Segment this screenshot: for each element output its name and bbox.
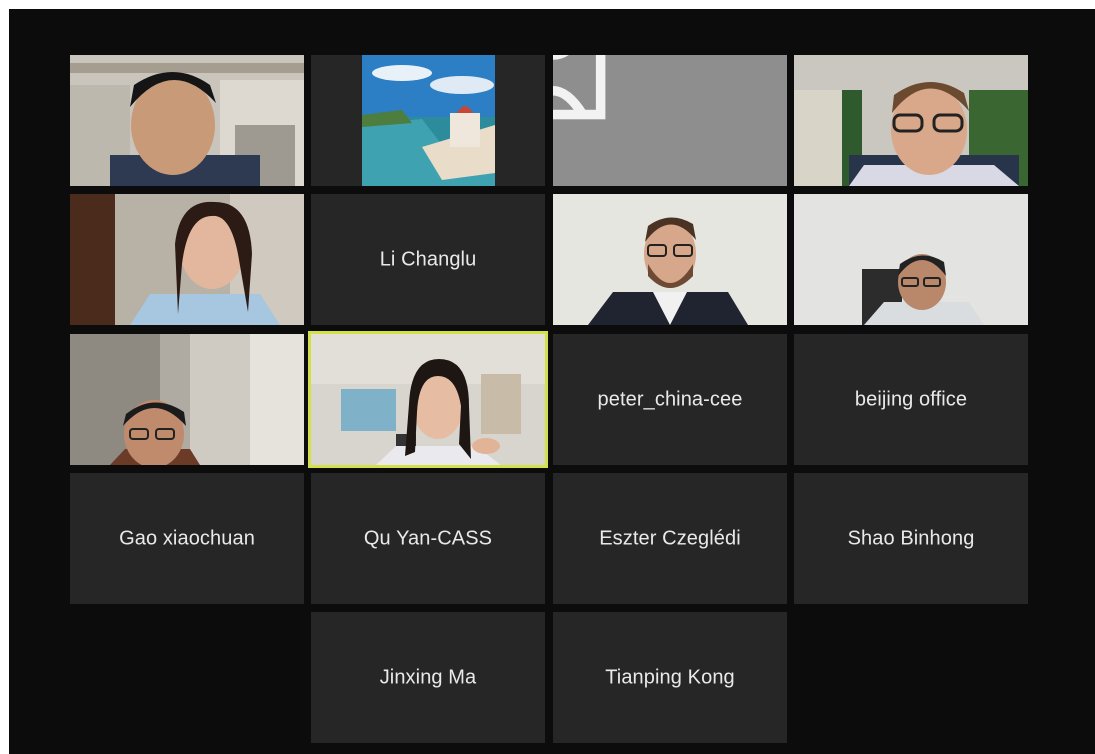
participant-name: Eszter Czeglédi [599, 527, 741, 549]
video-tile-participant-10-active-speaker[interactable] [308, 331, 548, 468]
participant-video-feed [70, 194, 304, 325]
participant-name: Shao Binhong [847, 527, 975, 549]
name-tile-participant-14[interactable]: Qu Yan-CASS [311, 473, 545, 604]
participant-name: peter_china-cee [597, 388, 743, 410]
avatar-tile-participant-3[interactable] [553, 55, 787, 186]
video-tile-participant-5[interactable] [70, 194, 304, 325]
name-tile-participant-12[interactable]: beijing office [794, 334, 1028, 465]
participant-name: Li Changlu [379, 248, 477, 270]
participant-name: Qu Yan-CASS [363, 527, 493, 549]
participant-video-feed [70, 55, 304, 186]
participant-name: Tianping Kong [605, 666, 735, 688]
gallery-view: Li Changlu peter_china-cee beijing offic… [9, 9, 1095, 754]
profile-photo-tile-participant-2[interactable] [311, 55, 545, 186]
name-tile-participant-18[interactable]: Tianping Kong [553, 612, 787, 743]
name-tile-participant-16[interactable]: Shao Binhong [794, 473, 1028, 604]
participant-name: beijing office [854, 388, 968, 410]
name-tile-participant-13[interactable]: Gao xiaochuan [70, 473, 304, 604]
participant-video-feed [794, 194, 1028, 325]
participant-video-feed [70, 334, 304, 465]
participant-name: Jinxing Ma [379, 666, 477, 688]
name-tile-participant-17[interactable]: Jinxing Ma [311, 612, 545, 743]
name-tile-participant-11[interactable]: peter_china-cee [553, 334, 787, 465]
participant-name: Gao xiaochuan [119, 527, 255, 549]
participant-video-feed [311, 334, 545, 465]
video-tile-participant-7[interactable] [553, 194, 787, 325]
participant-video-feed [794, 55, 1028, 186]
name-tile-participant-6[interactable]: Li Changlu [311, 194, 545, 325]
video-tile-participant-9[interactable] [70, 334, 304, 465]
user-avatar-icon [553, 55, 606, 120]
name-tile-participant-15[interactable]: Eszter Czeglédi [553, 473, 787, 604]
video-tile-participant-1[interactable] [70, 55, 304, 186]
video-tile-participant-8[interactable] [794, 194, 1028, 325]
video-tile-participant-4[interactable] [794, 55, 1028, 186]
participant-video-feed [553, 194, 787, 325]
profile-photo-image [311, 55, 545, 186]
